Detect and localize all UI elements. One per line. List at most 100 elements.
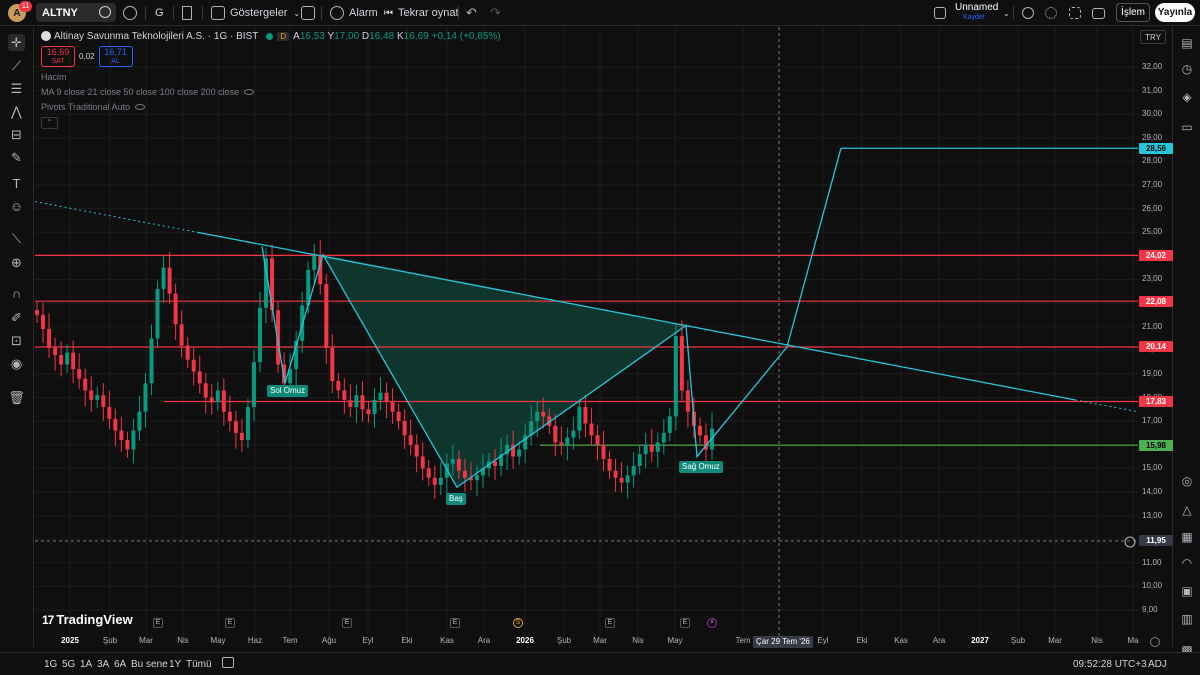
range-6m[interactable]: 6A [114,659,126,670]
text-tool-icon[interactable]: T [8,175,25,192]
quick-search-icon[interactable] [1022,4,1034,22]
candle-body [378,392,383,400]
zoom-in-icon[interactable]: ⊕ [8,254,25,271]
price-tick: 14,00 [1142,486,1163,496]
range-1y[interactable]: 1Y [169,659,181,670]
ruler-icon[interactable]: ⟍ [8,230,25,247]
triangle-icon[interactable]: △ [1179,502,1195,518]
emoji-icon[interactable]: ☺ [8,198,25,215]
time-tick: Nis [632,636,644,645]
candle-body [517,449,522,457]
time-tick: 2025 [61,636,79,645]
indicators-button[interactable]: Göstergeler ⌄ [211,4,300,22]
left-shoulder-label[interactable]: Sol Omuz [267,385,309,397]
symbol-info-icon[interactable] [99,6,111,18]
right-shoulder-label[interactable]: Sağ Omuz [679,461,723,473]
watchlist-icon[interactable]: ▤ [1179,35,1195,51]
range-1m[interactable]: 1A [80,659,92,670]
price-tick: 19,00 [1142,368,1163,378]
head-label[interactable]: Baş [446,493,466,505]
layout-square-icon[interactable] [934,4,951,22]
date-range-calendar-icon[interactable] [222,657,234,668]
dividend-event-icon[interactable]: S [513,618,523,628]
range-ytd[interactable]: Bu sene [131,659,168,670]
eye-icon[interactable] [135,104,146,110]
earnings-event-icon[interactable]: E [680,618,690,628]
earnings-event-icon[interactable]: E [153,618,163,628]
news-icon[interactable]: ▣ [1179,583,1195,599]
trash-icon[interactable]: 🗑 [8,389,25,406]
lock-icon[interactable]: ⊡ [8,332,25,349]
indicator-volume[interactable]: Hacim [41,72,67,82]
indicator-ma[interactable]: MA 9 close 21 close 50 close 100 close 2… [41,87,255,97]
price-level-label: 28,56 [1139,142,1173,154]
candle-body [179,324,184,346]
sell-button[interactable]: 16,69 SAT [41,45,75,67]
templates-icon[interactable] [301,4,320,22]
trend-line-icon[interactable]: ⟋ [8,57,25,74]
pattern-tool-icon[interactable]: ⋀ [8,103,25,120]
screener-icon[interactable]: ▥ [1179,611,1195,627]
earnings-event-icon[interactable]: E [342,618,352,628]
axis-settings-gear-icon[interactable] [1150,637,1160,647]
time-tick: Eyl [362,636,374,645]
publish-button[interactable]: Yayınla [1155,3,1195,22]
magnet-icon[interactable]: ∩ [8,285,25,302]
candle-body [384,392,389,403]
fullscreen-icon[interactable] [1069,4,1086,22]
prediction-tool-icon[interactable]: ⊟ [8,126,25,143]
broadcast-icon[interactable]: ◠ [1179,555,1195,571]
time-tick: Nis [1091,636,1103,645]
replay-button[interactable]: ⏮ Tekrar oynat [384,4,459,22]
layers-icon[interactable]: ◈ [1179,89,1195,105]
candle-body [137,411,142,431]
stay-drawing-icon[interactable]: ✐ [8,309,25,326]
calendar-icon[interactable]: ▦ [1179,529,1195,545]
brush-icon[interactable]: ✎ [8,149,25,166]
clock-timezone[interactable]: 09:52:28 UTC+3 [1073,659,1147,670]
time-axis[interactable]: 2025 Şub Mar Nis May Haz Tem Ağu Eyl Eki Kas Ara 202… [35,636,1138,648]
compare-add-icon[interactable] [123,4,137,22]
alarm-button[interactable]: Alarm [330,4,378,22]
price-axis[interactable]: 32,00 31,00 30,00 29,00 28,00 27,00 26,00 25,00… [1138,27,1173,647]
price-level-label: 17,83 [1139,396,1173,408]
price-level-label: 24,02 [1139,249,1173,261]
adjust-toggle[interactable]: ADJ [1148,659,1167,670]
time-tick: Ara [932,636,946,645]
earnings-event-icon[interactable]: E [605,618,615,628]
hide-eye-icon[interactable]: ◉ [8,355,25,372]
candle-type-icon[interactable] [182,4,197,22]
eye-icon[interactable] [244,89,255,95]
chevron-down-icon[interactable]: ⌄ [1003,4,1010,22]
gauge-icon[interactable]: ◎ [1179,473,1195,489]
range-all[interactable]: Tümü [186,659,212,670]
time-tick: Tem [282,636,298,645]
alerts-clock-icon[interactable]: ◷ [1179,61,1195,77]
indicator-pivots[interactable]: Pivots Traditional Auto [41,102,146,112]
redo-icon[interactable]: ↷ [490,4,501,22]
earnings-event-icon[interactable]: E [225,618,235,628]
undo-icon[interactable]: ↶ [466,4,477,22]
range-1d[interactable]: 1G [44,659,57,670]
crosshair-cursor-icon[interactable]: ✛ [8,34,25,51]
chat-icon[interactable]: ▭ [1179,119,1195,135]
split-event-icon[interactable]: ⚡ [707,618,717,628]
trade-button[interactable]: İşlem [1116,3,1150,22]
symbol-search[interactable]: ALTNY [36,3,116,22]
earnings-event-icon[interactable]: E [450,618,460,628]
collapse-legend-button[interactable]: ⌃ [41,117,58,129]
price-tick: 13,00 [1142,510,1163,520]
range-5d[interactable]: 5G [62,659,75,670]
symbol-title[interactable]: Altinay Savunma Teknolojileri A.S. · 1G … [54,31,258,42]
time-tick: Kas [894,636,908,645]
settings-gear-icon[interactable] [1045,4,1057,22]
candle-body [65,352,70,365]
range-3m[interactable]: 3A [97,659,109,670]
buy-button[interactable]: 16,71 AL [98,45,133,67]
fib-retracement-icon[interactable]: ☰ [8,80,25,97]
interval-selector[interactable]: G [155,4,164,22]
layout-name[interactable]: Unnamed Kaydet [955,3,998,23]
candle-body [619,477,624,483]
camera-snapshot-icon[interactable] [1092,4,1110,22]
price-chart[interactable] [0,0,1200,675]
